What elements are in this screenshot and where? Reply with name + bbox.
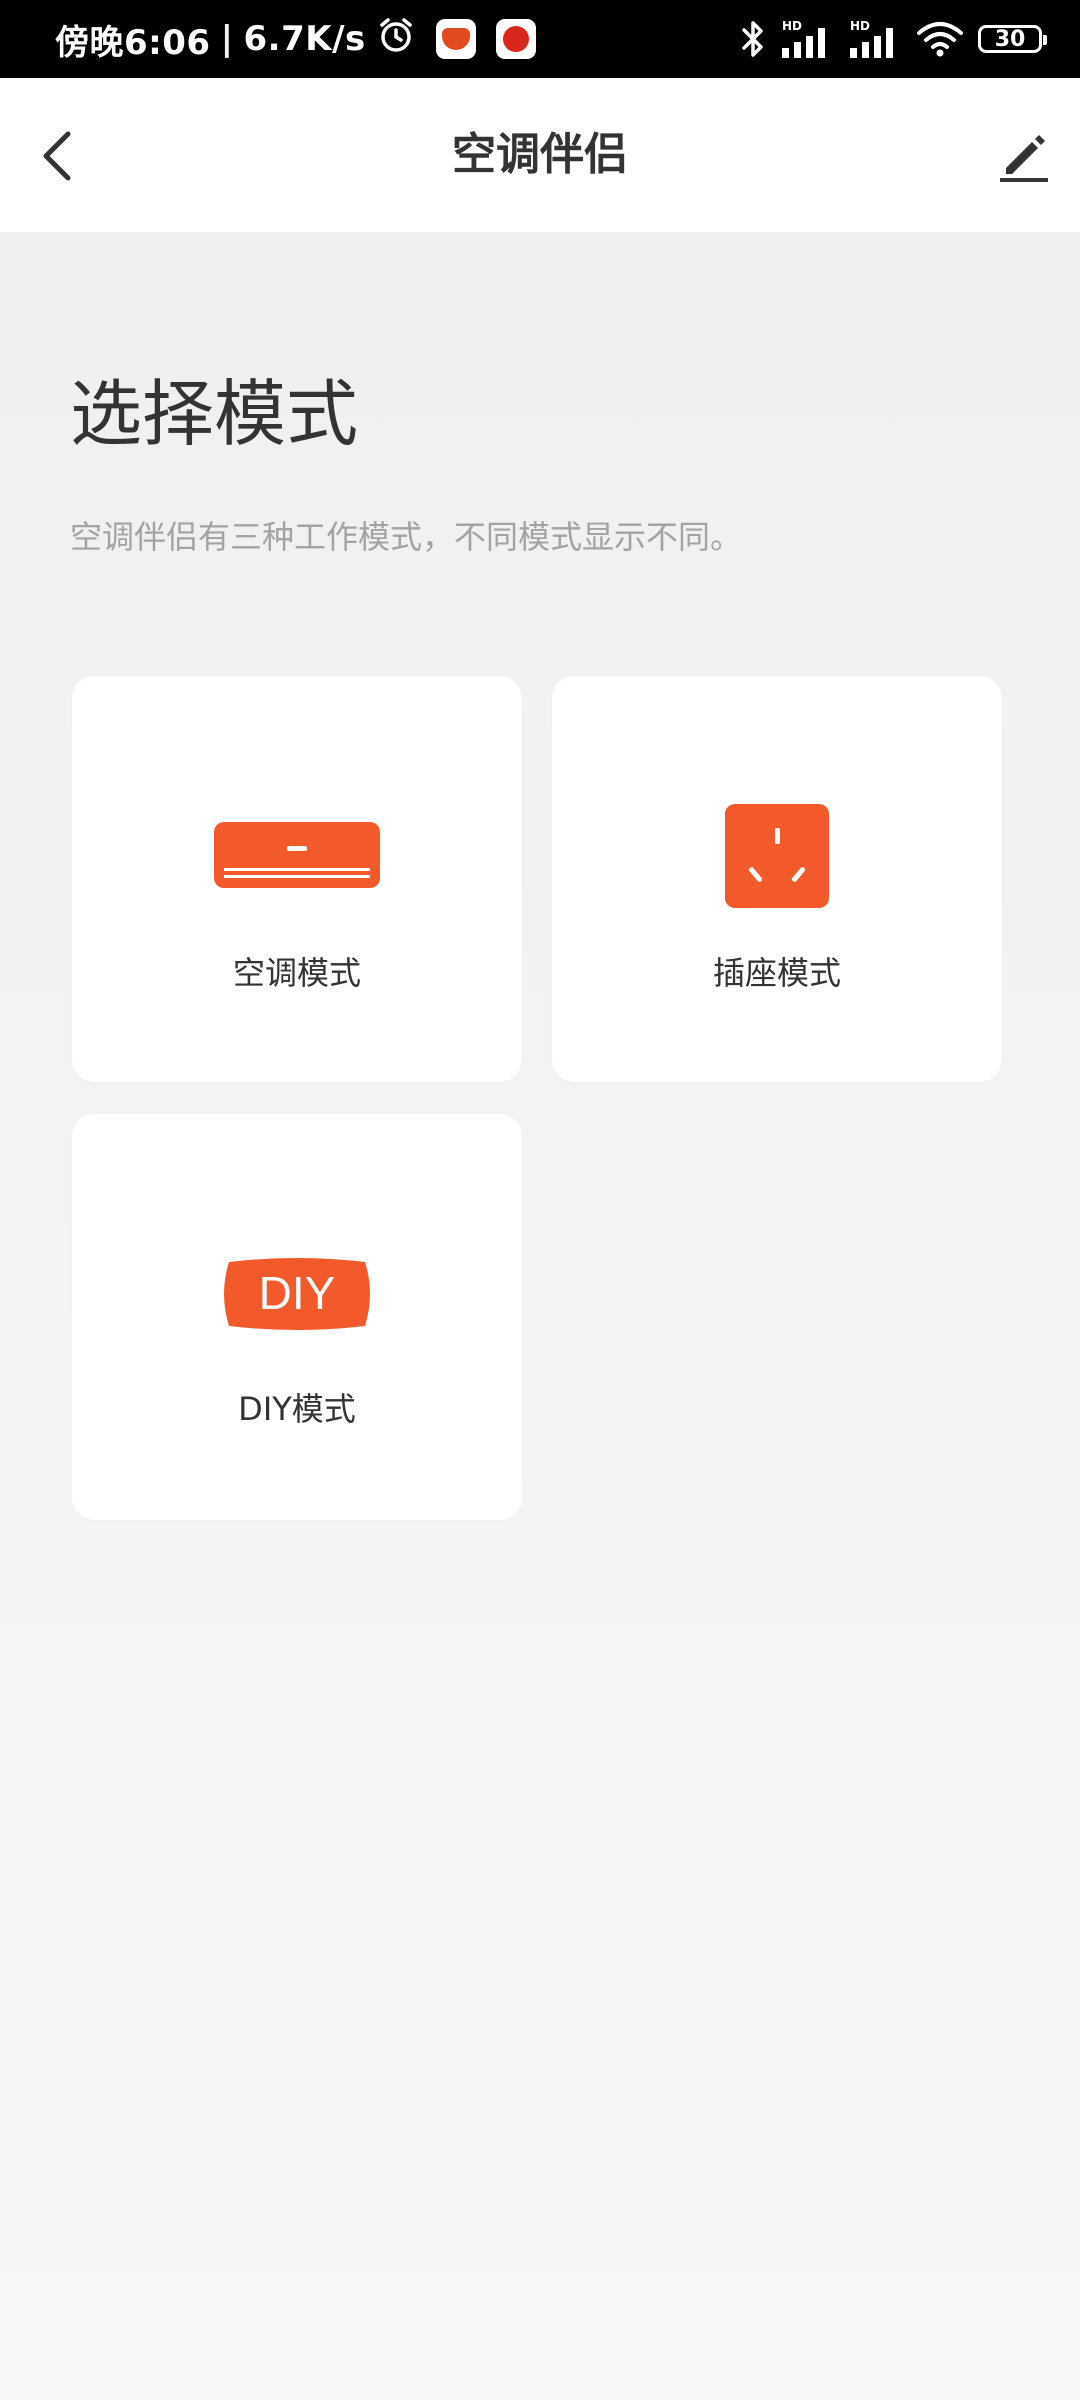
air-conditioner-icon (214, 822, 380, 888)
page-title: 空调伴侣 (452, 129, 628, 180)
mode-card-socket[interactable]: 插座模式 (552, 676, 1002, 1082)
mode-label: 插座模式 (712, 954, 841, 992)
status-time: 傍晚6:06 (55, 22, 211, 63)
status-separator: | (220, 19, 234, 59)
mode-label: DIY模式 (238, 1390, 356, 1428)
bluetooth-icon (740, 19, 766, 59)
mode-card-air-conditioner[interactable]: 空调模式 (72, 676, 522, 1082)
power-socket-icon (725, 804, 829, 908)
status-left-group: 傍晚6:06 | 6.7K/s (55, 0, 536, 78)
battery-level: 30 (994, 26, 1026, 52)
status-bar: 傍晚6:06 | 6.7K/s HD HD 30 (0, 0, 1080, 78)
svg-text:HD: HD (782, 19, 802, 33)
section-heading: 选择模式 (70, 372, 359, 456)
diy-icon-text: DIY (259, 1267, 336, 1319)
hd-signal-icon: HD (780, 18, 834, 60)
edit-pencil-icon (1000, 135, 1048, 182)
edit-button[interactable] (988, 120, 1060, 192)
hd-signal-icon: HD (848, 18, 902, 60)
network-speed: 6.7K/s (243, 19, 366, 59)
app-notification-icon (495, 19, 536, 59)
mode-label: 空调模式 (232, 954, 361, 992)
wifi-icon (916, 19, 964, 59)
title-bar: 空调伴侣 (0, 78, 1080, 232)
battery-icon: 30 (978, 25, 1047, 53)
mode-card-diy[interactable]: DIY DIY模式 (72, 1114, 522, 1520)
status-right-group: HD HD 30 (740, 0, 1047, 78)
app-notification-icon (435, 19, 476, 59)
diy-badge-icon: DIY (224, 1258, 370, 1330)
svg-text:HD: HD (850, 19, 870, 33)
alarm-icon (376, 15, 416, 64)
section-description: 空调伴侣有三种工作模式，不同模式显示不同。 (70, 518, 743, 556)
